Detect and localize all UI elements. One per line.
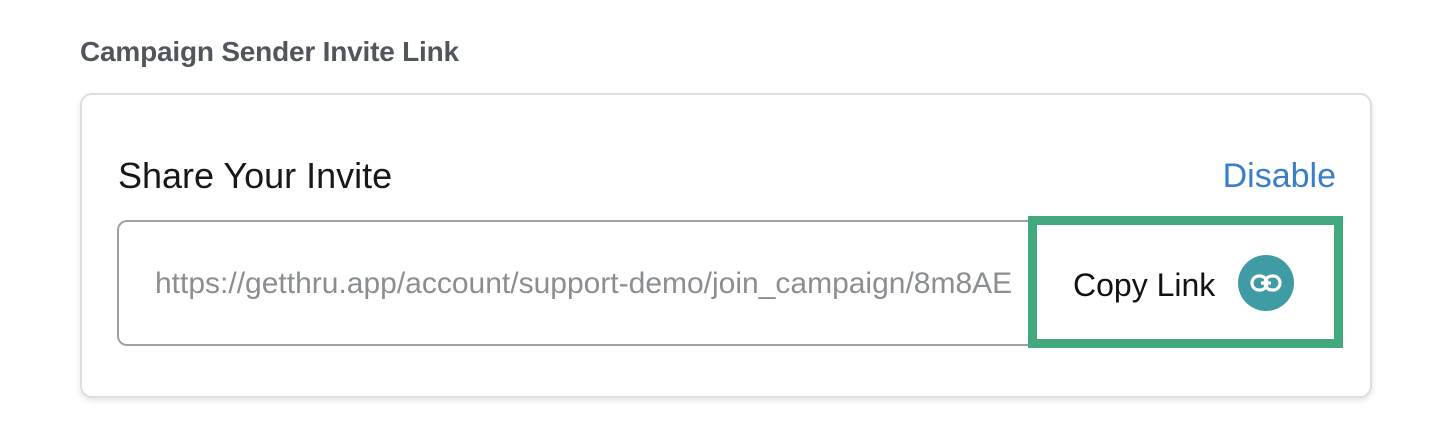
invite-link-input[interactable]: [155, 260, 1035, 308]
copy-link-button[interactable]: Copy Link: [1028, 216, 1343, 348]
disable-link[interactable]: Disable: [1223, 153, 1336, 199]
link-icon-glyph: [1250, 274, 1282, 292]
copy-link-label: Copy Link: [1073, 267, 1216, 303]
invite-link-field[interactable]: [117, 220, 1117, 346]
section-title: Campaign Sender Invite Link: [80, 36, 459, 67]
link-icon[interactable]: [1238, 255, 1294, 311]
card-heading: Share Your Invite: [118, 155, 393, 196]
